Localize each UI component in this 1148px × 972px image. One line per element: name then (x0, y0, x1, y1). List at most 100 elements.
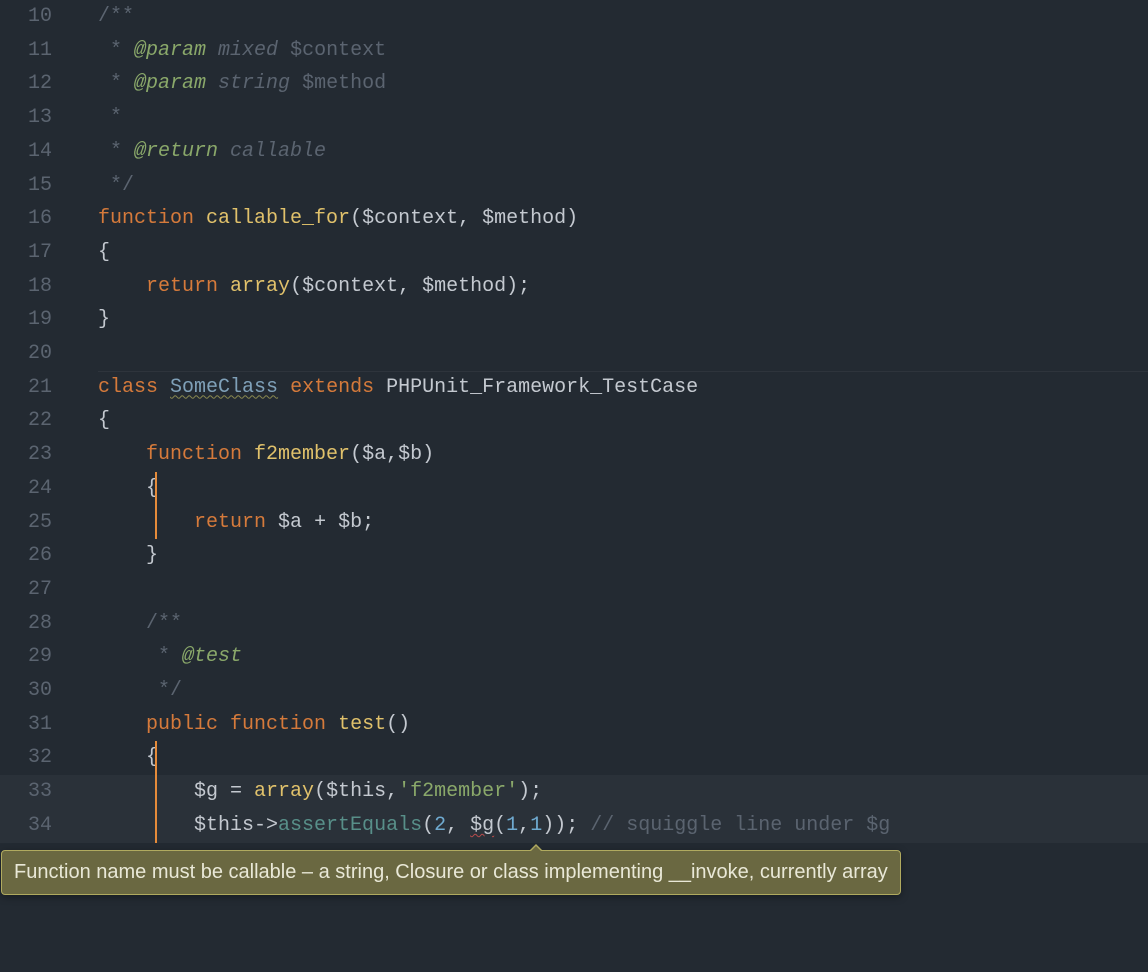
fold-gutter[interactable] (70, 607, 98, 641)
line-number[interactable]: 13 (0, 101, 70, 135)
code-line[interactable]: 26 } (0, 539, 1148, 573)
code-content[interactable]: $g = array($this,'f2member'); (98, 775, 1148, 809)
fold-gutter[interactable] (70, 202, 98, 236)
line-number[interactable]: 17 (0, 236, 70, 270)
line-number[interactable]: 20 (0, 337, 70, 371)
code-line[interactable]: 11 * @param mixed $context (0, 34, 1148, 68)
code-line[interactable]: 32 { (0, 741, 1148, 775)
fold-gutter[interactable] (70, 539, 98, 573)
fold-gutter[interactable] (70, 101, 98, 135)
line-number[interactable]: 22 (0, 404, 70, 438)
code-content[interactable]: /** (98, 0, 1148, 34)
line-number[interactable]: 10 (0, 0, 70, 34)
fold-gutter[interactable] (70, 674, 98, 708)
code-content[interactable]: * @param mixed $context (98, 34, 1148, 68)
code-line[interactable]: 22 { (0, 404, 1148, 438)
fold-gutter[interactable] (70, 472, 98, 506)
code-line[interactable]: 33 $g = array($this,'f2member'); (0, 775, 1148, 809)
line-number[interactable]: 32 (0, 741, 70, 775)
fold-gutter[interactable] (70, 438, 98, 472)
line-number[interactable]: 21 (0, 371, 70, 405)
code-line[interactable]: 14 * @return callable (0, 135, 1148, 169)
code-line[interactable]: 16 function callable_for($context, $metho… (0, 202, 1148, 236)
line-number[interactable]: 30 (0, 674, 70, 708)
code-line[interactable]: 31 public function test() (0, 708, 1148, 742)
line-number[interactable]: 25 (0, 506, 70, 540)
line-number[interactable]: 18 (0, 270, 70, 304)
fold-gutter[interactable] (70, 337, 98, 371)
code-content[interactable]: class SomeClass extends PHPUnit_Framewor… (98, 371, 1148, 405)
code-content[interactable]: * @return callable (98, 135, 1148, 169)
code-content[interactable]: function callable_for($context, $method) (98, 202, 1148, 236)
fold-gutter[interactable] (70, 270, 98, 304)
line-number[interactable]: 31 (0, 708, 70, 742)
code-content[interactable]: { (98, 236, 1148, 270)
line-number[interactable]: 29 (0, 640, 70, 674)
line-number[interactable]: 24 (0, 472, 70, 506)
code-line[interactable]: 15 */ (0, 169, 1148, 203)
fold-gutter[interactable] (70, 640, 98, 674)
code-content[interactable]: */ (98, 169, 1148, 203)
code-line[interactable]: 20 (0, 337, 1148, 371)
fold-gutter[interactable] (70, 809, 98, 843)
code-line[interactable]: 24 { (0, 472, 1148, 506)
code-line[interactable]: 28 /** (0, 607, 1148, 641)
code-line[interactable]: 34 $this->assertEquals(2, $g(1,1)); // s… (0, 809, 1148, 843)
fold-gutter[interactable] (70, 0, 98, 34)
fold-gutter[interactable] (70, 135, 98, 169)
code-line[interactable]: 30 */ (0, 674, 1148, 708)
line-number[interactable]: 14 (0, 135, 70, 169)
code-content[interactable]: /** (98, 607, 1148, 641)
code-content[interactable]: { (98, 741, 1148, 775)
code-content[interactable]: } (98, 303, 1148, 337)
fold-gutter[interactable] (70, 34, 98, 68)
code-line[interactable]: 10 /** (0, 0, 1148, 34)
line-number[interactable]: 26 (0, 539, 70, 573)
line-number[interactable]: 11 (0, 34, 70, 68)
line-number[interactable]: 19 (0, 303, 70, 337)
line-number[interactable]: 16 (0, 202, 70, 236)
code-line[interactable]: 13 * (0, 101, 1148, 135)
fold-gutter[interactable] (70, 741, 98, 775)
code-line[interactable]: 17 { (0, 236, 1148, 270)
line-number[interactable]: 33 (0, 775, 70, 809)
code-content[interactable] (98, 337, 1148, 371)
code-editor[interactable]: 10/**11 * @param mixed $context12 * @par… (0, 0, 1148, 972)
fold-gutter[interactable] (70, 404, 98, 438)
code-line[interactable]: 19} (0, 303, 1148, 337)
fold-gutter[interactable] (70, 775, 98, 809)
fold-gutter[interactable] (70, 169, 98, 203)
fold-gutter[interactable] (70, 371, 98, 405)
code-lines[interactable]: 10/**11 * @param mixed $context12 * @par… (0, 0, 1148, 843)
code-line[interactable]: 25 return $a + $b; (0, 506, 1148, 540)
fold-gutter[interactable] (70, 303, 98, 337)
code-content[interactable] (98, 573, 1148, 607)
fold-gutter[interactable] (70, 506, 98, 540)
line-number[interactable]: 28 (0, 607, 70, 641)
line-number[interactable]: 27 (0, 573, 70, 607)
code-line[interactable]: 12 * @param string $method (0, 67, 1148, 101)
code-content[interactable]: $this->assertEquals(2, $g(1,1)); // squi… (98, 809, 1148, 843)
line-number[interactable]: 12 (0, 67, 70, 101)
code-line[interactable]: 29 * @test (0, 640, 1148, 674)
code-content[interactable]: } (98, 539, 1148, 573)
code-content[interactable]: * @test (98, 640, 1148, 674)
code-content[interactable]: { (98, 472, 1148, 506)
line-number[interactable]: 15 (0, 169, 70, 203)
code-line[interactable]: 18 return array($context, $method); (0, 270, 1148, 304)
code-line[interactable]: 23 function f2member($a,$b) (0, 438, 1148, 472)
line-number[interactable]: 23 (0, 438, 70, 472)
code-content[interactable]: */ (98, 674, 1148, 708)
code-line[interactable]: 21 class SomeClass extends PHPUnit_Framew… (0, 371, 1148, 405)
code-content[interactable]: { (98, 404, 1148, 438)
fold-gutter[interactable] (70, 67, 98, 101)
fold-gutter[interactable] (70, 573, 98, 607)
fold-gutter[interactable] (70, 708, 98, 742)
code-content[interactable]: * @param string $method (98, 67, 1148, 101)
code-line[interactable]: 27 (0, 573, 1148, 607)
code-content[interactable]: return $a + $b; (98, 506, 1148, 540)
code-content[interactable]: public function test() (98, 708, 1148, 742)
code-content[interactable]: * (98, 101, 1148, 135)
code-content[interactable]: return array($context, $method); (98, 270, 1148, 304)
fold-gutter[interactable] (70, 236, 98, 270)
